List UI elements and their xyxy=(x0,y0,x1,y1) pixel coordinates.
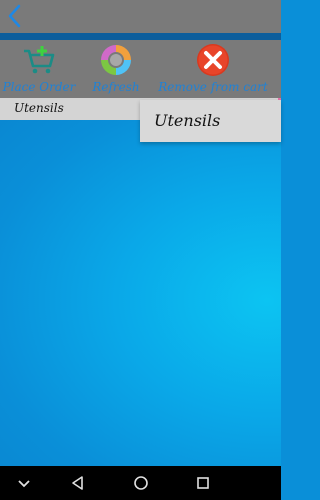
refresh-label: Refresh xyxy=(92,80,140,94)
main-content: Utensils Utensils xyxy=(0,98,281,466)
back-nav-icon[interactable] xyxy=(68,473,88,493)
recents-nav-icon[interactable] xyxy=(193,473,213,493)
refresh-icon xyxy=(101,45,131,75)
category-label: Utensils xyxy=(14,101,64,115)
category-dropdown[interactable]: Utensils xyxy=(140,100,281,142)
action-toolbar: Place Order Refresh Remove from cart xyxy=(0,40,281,98)
home-nav-icon[interactable] xyxy=(131,473,151,493)
remove-from-cart-label: Remove from cart xyxy=(158,80,268,94)
cart-add-icon xyxy=(24,46,55,74)
top-app-bar xyxy=(0,0,281,33)
system-nav-bar xyxy=(0,466,281,500)
back-arrow-icon[interactable] xyxy=(4,3,26,29)
refresh-button[interactable]: Refresh xyxy=(88,40,144,98)
chevron-down-icon[interactable] xyxy=(14,473,34,493)
remove-icon xyxy=(197,44,229,76)
accent-divider xyxy=(0,33,281,40)
remove-from-cart-button[interactable]: Remove from cart xyxy=(158,40,268,98)
dropdown-selected-value: Utensils xyxy=(154,111,221,130)
place-order-label: Place Order xyxy=(2,80,76,94)
place-order-button[interactable]: Place Order xyxy=(2,40,76,98)
